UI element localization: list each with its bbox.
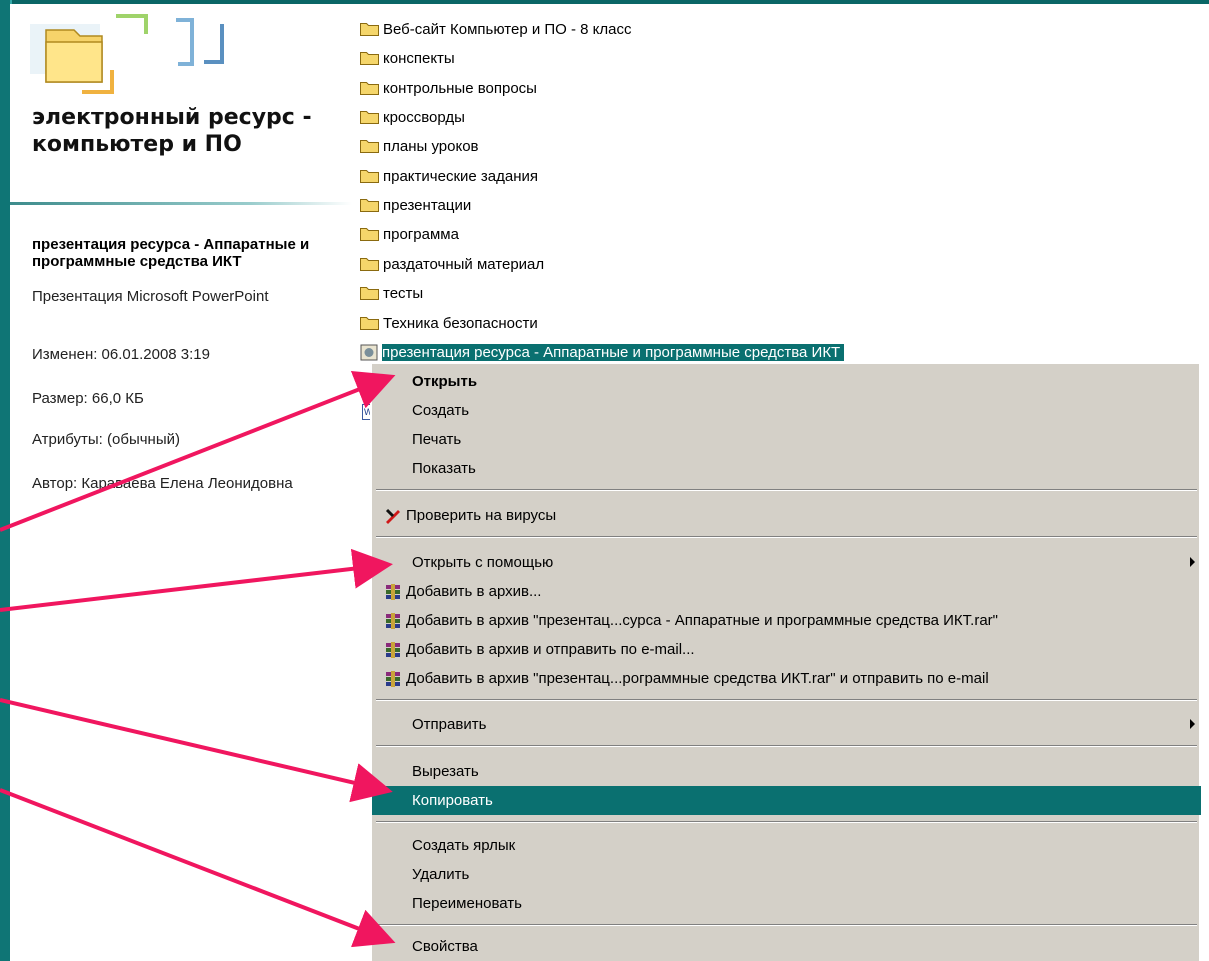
folder-item[interactable]: планы уроков [360, 135, 479, 157]
details-pane: электронный ресурс - компьютер и ПО през… [10, 4, 352, 961]
menu-item-copy[interactable]: Копировать [372, 786, 1201, 815]
folder-icon [360, 287, 379, 300]
folder-label: презентации [383, 196, 472, 214]
folder-label: программа [383, 225, 459, 243]
folder-icon [360, 140, 379, 153]
folder-item[interactable]: кроссворды [360, 106, 465, 128]
folder-item[interactable]: Веб-сайт Компьютер и ПО - 8 класс [360, 18, 632, 40]
context-menu: Открыть Создать Печать Показать Проверит… [370, 362, 1201, 961]
folder-label: контрольные вопросы [383, 79, 537, 97]
file-modified-date: Изменен: 06.01.2008 3:19 [32, 346, 210, 363]
menu-separator [376, 745, 1197, 747]
folder-item[interactable]: Техника безопасности [360, 312, 538, 334]
folder-item[interactable]: презентации [360, 194, 471, 216]
menu-item-print[interactable]: Печать [372, 425, 1201, 454]
winrar-icon [386, 613, 400, 629]
folder-label: планы уроков [383, 137, 479, 155]
file-attributes: Атрибуты: (обычный) [32, 431, 180, 448]
winrar-icon [386, 642, 400, 658]
menu-item-cut[interactable]: Вырезать [372, 757, 1201, 786]
folder-label: тесты [383, 284, 424, 302]
folder-label: конспекты [383, 49, 455, 67]
file-author: Автор: Караваева Елена Леонидовна [32, 475, 293, 492]
folder-icon [360, 258, 379, 271]
submenu-arrow-icon [1190, 719, 1195, 729]
folder-label: Веб-сайт Компьютер и ПО - 8 класс [383, 20, 632, 38]
menu-item-send-to[interactable]: Отправить [372, 710, 1201, 739]
folder-item[interactable]: раздаточный материал [360, 253, 544, 275]
folder-label: практические задания [383, 167, 538, 185]
folder-icon [360, 111, 379, 124]
folder-icon [360, 228, 379, 241]
folder-icon [360, 199, 379, 212]
menu-item-delete[interactable]: Удалить [372, 860, 1201, 889]
winrar-icon [386, 584, 400, 600]
submenu-arrow-icon [1190, 557, 1195, 567]
powerpoint-icon [360, 344, 378, 360]
menu-separator [376, 699, 1197, 701]
menu-separator [376, 821, 1197, 823]
pane-separator [10, 202, 352, 205]
folder-icon [360, 23, 379, 36]
menu-separator [376, 536, 1197, 538]
folder-item[interactable]: конспекты [360, 47, 455, 69]
menu-separator [376, 924, 1197, 926]
folder-label: раздаточный материал [383, 255, 545, 273]
menu-item-open[interactable]: Открыть [372, 367, 1201, 396]
menu-item-create[interactable]: Создать [372, 396, 1201, 425]
resource-title: электронный ресурс - компьютер и ПО [32, 105, 312, 157]
menu-item-show[interactable]: Показать [372, 454, 1201, 483]
menu-separator [376, 489, 1197, 491]
menu-item-properties[interactable]: Свойства [372, 932, 1201, 961]
menu-item-create-shortcut[interactable]: Создать ярлык [372, 831, 1201, 860]
folder-item[interactable]: тесты [360, 282, 423, 304]
folder-item[interactable]: программа [360, 223, 459, 245]
menu-item-virus-check[interactable]: Проверить на вирусы [372, 501, 1201, 530]
antivirus-icon [385, 508, 400, 524]
folder-icon [360, 170, 379, 183]
folder-label: Техника безопасности [383, 314, 538, 332]
menu-item-add-to-archive[interactable]: Добавить в архив... [372, 577, 1201, 606]
file-size: Размер: 66,0 КБ [32, 390, 144, 407]
folder-icon [360, 82, 379, 95]
menu-item-rename[interactable]: Переименовать [372, 889, 1201, 918]
folder-item[interactable]: практические задания [360, 165, 538, 187]
folder-label: кроссворды [383, 108, 465, 126]
menu-item-add-named-and-email[interactable]: Добавить в архив "презентац...рограммные… [372, 664, 1201, 693]
folder-logo-icon [26, 10, 246, 100]
winrar-icon [386, 671, 400, 687]
file-type: Презентация Microsoft PowerPoint [32, 288, 269, 305]
folder-icon [360, 317, 379, 330]
selected-file-item[interactable]: презентация ресурса - Аппаратные и прогр… [360, 341, 845, 363]
folder-icon [360, 52, 379, 65]
folder-item[interactable]: контрольные вопросы [360, 77, 537, 99]
menu-item-add-and-email[interactable]: Добавить в архив и отправить по e-mail..… [372, 635, 1201, 664]
selected-file-label: презентация ресурса - Аппаратные и прогр… [382, 343, 845, 361]
menu-item-open-with[interactable]: Открыть с помощью [372, 548, 1201, 577]
selected-file-title: презентация ресурса - Аппаратные и прогр… [32, 236, 310, 270]
menu-item-add-to-named-archive[interactable]: Добавить в архив "презентац...сурса - Ап… [372, 606, 1201, 635]
